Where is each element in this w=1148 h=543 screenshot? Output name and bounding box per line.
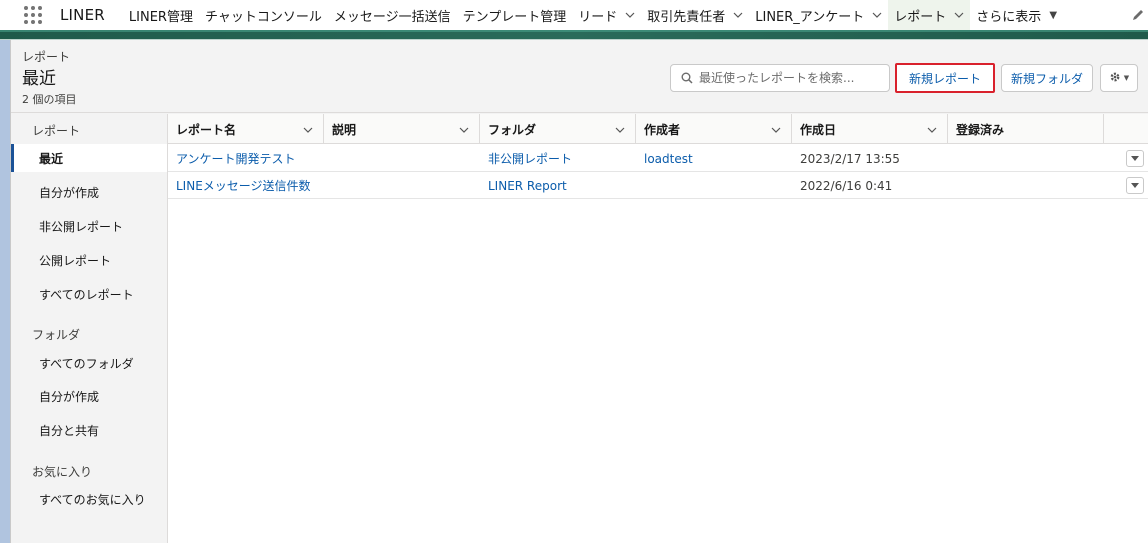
report-name-link[interactable]: アンケート開発テスト — [168, 145, 296, 172]
chevron-down-icon[interactable] — [872, 10, 882, 20]
gear-icon — [1109, 71, 1121, 86]
nav-tab-label: リード — [578, 9, 618, 25]
caret-down-icon: ▼ — [1123, 74, 1130, 82]
caret-down-icon — [1131, 151, 1139, 166]
report-folder-link[interactable]: 非公開レポート — [480, 145, 572, 172]
chevron-down-icon[interactable] — [954, 10, 964, 20]
column-header-created-by[interactable]: 作成者 — [636, 114, 792, 144]
column-header-label: 説明 — [332, 122, 357, 137]
column-header-description[interactable]: 説明 — [324, 114, 480, 144]
nav-more[interactable]: さらに表示 ▼ — [970, 0, 1063, 30]
item-count: 2 個の項目 — [22, 93, 77, 106]
app-launcher-icon[interactable] — [22, 4, 44, 26]
report-description — [324, 145, 332, 172]
row-actions-button[interactable] — [1126, 150, 1144, 167]
new-folder-button[interactable]: 新規フォルダ — [1001, 64, 1093, 92]
nav-tab-label: LINER_アンケート — [755, 9, 865, 25]
column-header-label: 作成者 — [644, 122, 681, 137]
sidebar-item-shared-with-me[interactable]: 自分と共有 — [11, 416, 167, 444]
new-report-button[interactable]: 新規レポート — [895, 63, 995, 93]
chevron-down-icon[interactable] — [771, 124, 781, 134]
column-header-report-name[interactable]: レポート名 — [168, 114, 324, 144]
column-header-folder[interactable]: フォルダ — [480, 114, 636, 144]
nav-tab-chat-console[interactable]: チャットコンソール — [199, 0, 328, 30]
app-name: LINER — [60, 6, 105, 24]
chevron-down-icon[interactable] — [459, 124, 469, 134]
reports-table: レポート名 説明 フォルダ 作成者 作成日 登録済み アンケート開発テスト 非公… — [167, 114, 1148, 543]
page-header: レポート 最近 2 個の項目 新規レポート 新規フォルダ ▼ — [11, 40, 1148, 113]
sidebar-item-private-reports[interactable]: 非公開レポート — [11, 212, 167, 240]
nav-tab-label: チャットコンソール — [204, 9, 322, 25]
nav-tab-bulk-message[interactable]: メッセージ一括送信 — [328, 0, 457, 30]
page-title: 最近 — [22, 69, 56, 89]
nav-tab-label: メッセージ一括送信 — [333, 9, 451, 25]
sidebar-item-recent[interactable]: 最近 — [11, 144, 167, 172]
sidebar-item-all-favorites[interactable]: すべてのお気に入り — [11, 485, 167, 513]
report-description — [324, 172, 332, 199]
nav-tab-liner-admin[interactable]: LINER管理 — [123, 0, 199, 30]
search-input[interactable] — [699, 71, 879, 85]
chevron-down-icon[interactable] — [625, 10, 635, 20]
report-created-date: 2022/6/16 0:41 — [800, 178, 893, 193]
report-created-by-link[interactable]: loadtest — [636, 145, 693, 172]
sidebar-heading-favorites: お気に入り — [32, 465, 93, 479]
pencil-icon[interactable] — [1130, 7, 1146, 23]
nav-tab-contacts[interactable]: 取引先責任者 — [641, 0, 749, 30]
report-name-link[interactable]: LINEメッセージ送信件数 — [168, 172, 311, 199]
search-box — [670, 64, 890, 92]
search-icon — [681, 72, 693, 84]
sidebar-item-folders-created-by-me[interactable]: 自分が作成 — [11, 382, 167, 410]
column-header-label: 登録済み — [956, 122, 1005, 137]
report-created-date: 2023/2/17 13:55 — [800, 151, 900, 166]
column-header-created-date[interactable]: 作成日 — [792, 114, 948, 144]
sidebar: レポート 最近 自分が作成 非公開レポート 公開レポート すべてのレポート フォ… — [11, 114, 167, 543]
sidebar-item-all-reports[interactable]: すべてのレポート — [11, 280, 167, 308]
column-header-label: フォルダ — [488, 122, 537, 137]
nav-tab-reports[interactable]: レポート — [888, 0, 971, 30]
table-row: アンケート開発テスト 非公開レポート loadtest 2023/2/17 13… — [168, 145, 1148, 172]
report-folder-link[interactable]: LINER Report — [480, 172, 567, 199]
chevron-down-icon[interactable] — [733, 10, 743, 20]
nav-tabs: LINER管理 チャットコンソール メッセージ一括送信 テンプレート管理 リード… — [123, 0, 1063, 30]
sidebar-item-public-reports[interactable]: 公開レポート — [11, 246, 167, 274]
nav-tab-label: 取引先責任者 — [647, 9, 726, 25]
breadcrumb: レポート — [22, 50, 71, 64]
chevron-down-icon[interactable] — [615, 124, 625, 134]
column-header-label: レポート名 — [176, 122, 237, 137]
nav-tab-label: テンプレート管理 — [462, 9, 567, 25]
nav-tab-label: レポート — [894, 9, 947, 25]
report-subscribed — [948, 145, 956, 172]
column-header-label: 作成日 — [800, 122, 837, 137]
column-header-subscribed[interactable]: 登録済み — [948, 114, 1104, 144]
sidebar-heading-reports: レポート — [32, 124, 81, 138]
row-actions-button[interactable] — [1126, 177, 1144, 194]
chevron-down-icon[interactable] — [303, 124, 313, 134]
nav-tab-template-admin[interactable]: テンプレート管理 — [457, 0, 573, 30]
brand-banner — [0, 30, 1148, 40]
sidebar-item-all-folders[interactable]: すべてのフォルダ — [11, 349, 167, 377]
settings-menu-button[interactable]: ▼ — [1100, 64, 1138, 92]
global-nav: LINER LINER管理 チャットコンソール メッセージ一括送信 テンプレート… — [0, 0, 1148, 30]
reports-list-card: レポート 最近 2 個の項目 新規レポート 新規フォルダ ▼ レポート 最近 自… — [10, 40, 1148, 543]
nav-tab-label: LINER管理 — [128, 9, 193, 25]
table-row: LINEメッセージ送信件数 LINER Report 2022/6/16 0:4… — [168, 172, 1148, 199]
sidebar-item-created-by-me[interactable]: 自分が作成 — [11, 178, 167, 206]
nav-tab-label: さらに表示 — [976, 9, 1042, 25]
report-subscribed — [948, 172, 956, 199]
nav-tab-leads[interactable]: リード — [572, 0, 641, 30]
caret-down-icon — [1131, 178, 1139, 193]
chevron-down-icon[interactable] — [927, 124, 937, 134]
table-header: レポート名 説明 フォルダ 作成者 作成日 登録済み — [168, 114, 1148, 144]
sidebar-heading-folders: フォルダ — [32, 328, 81, 342]
report-created-by-link[interactable] — [636, 172, 644, 199]
caret-down-icon: ▼ — [1049, 9, 1058, 21]
nav-tab-liner-survey[interactable]: LINER_アンケート — [749, 0, 888, 30]
